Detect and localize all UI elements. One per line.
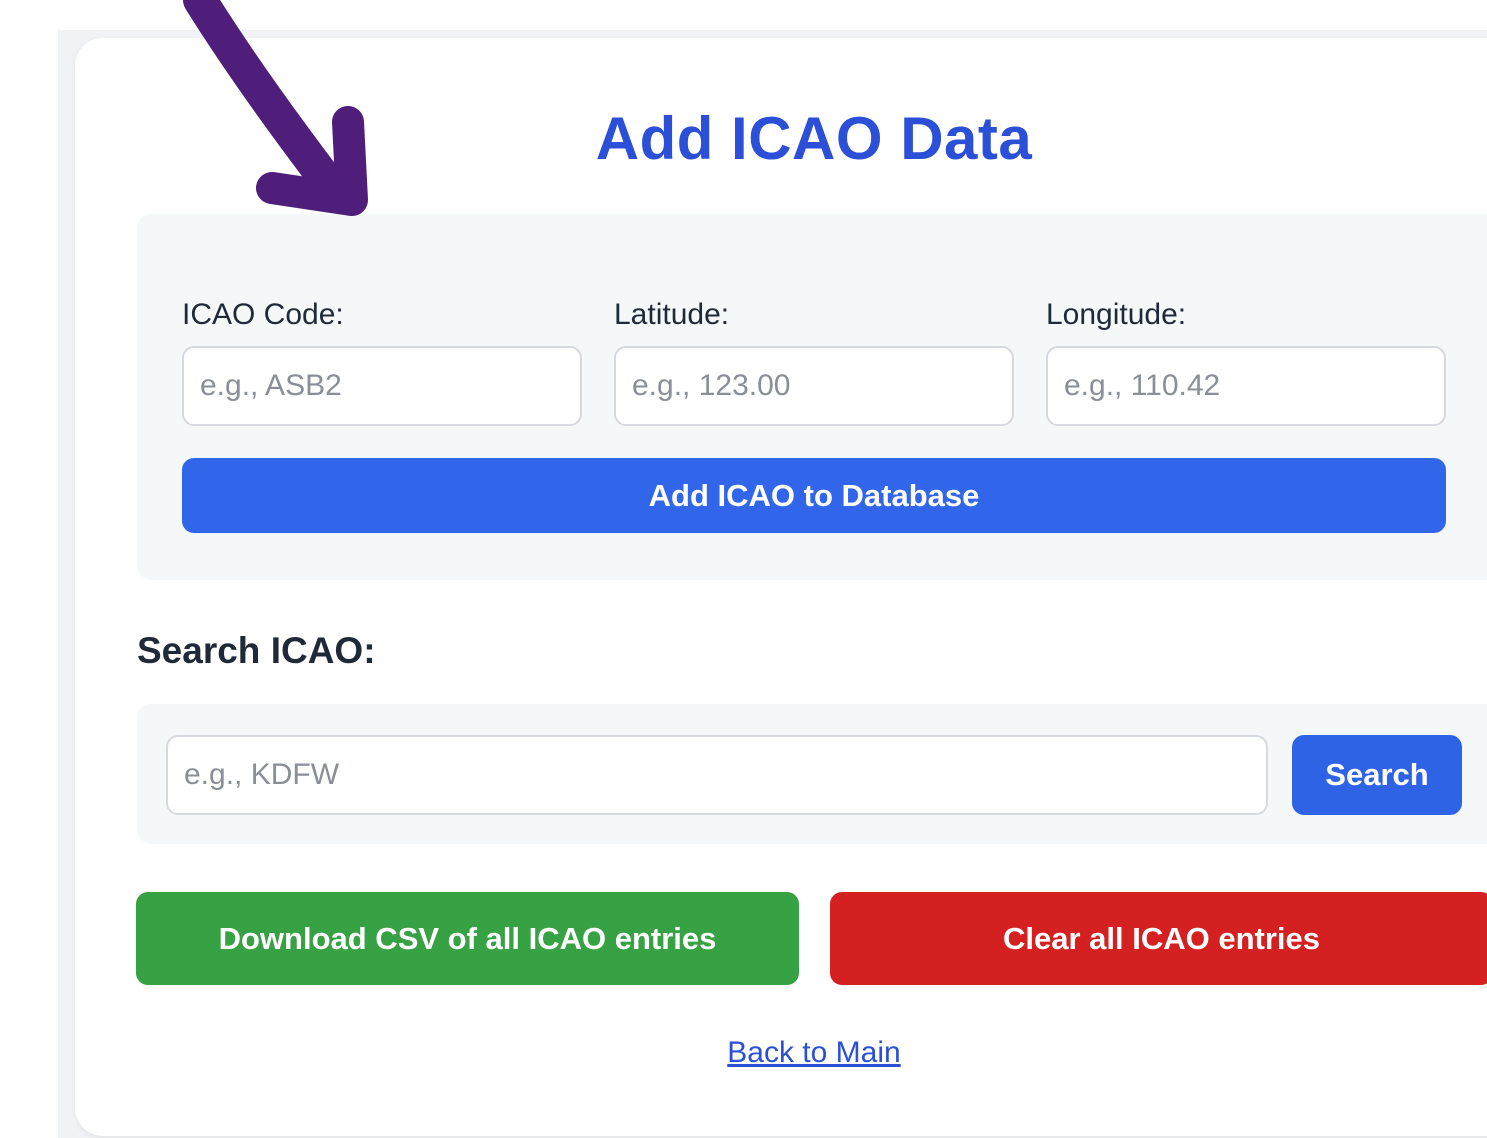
add-icao-button[interactable]: Add ICAO to Database <box>182 458 1446 533</box>
latitude-label: Latitude: <box>614 298 730 331</box>
search-input[interactable] <box>166 735 1268 815</box>
download-csv-button[interactable]: Download CSV of all ICAO entries <box>136 892 799 985</box>
search-heading: Search ICAO: <box>137 630 376 671</box>
search-button[interactable]: Search <box>1292 735 1462 815</box>
longitude-label: Longitude: <box>1046 298 1187 331</box>
icao-code-input[interactable] <box>182 346 582 426</box>
clear-entries-button[interactable]: Clear all ICAO entries <box>830 892 1487 985</box>
back-to-main-link[interactable]: Back to Main <box>75 1036 1487 1070</box>
longitude-input[interactable] <box>1046 346 1446 426</box>
icao-code-label: ICAO Code: <box>182 298 344 331</box>
page-title: Add ICAO Data <box>595 105 1033 172</box>
latitude-input[interactable] <box>614 346 1014 426</box>
